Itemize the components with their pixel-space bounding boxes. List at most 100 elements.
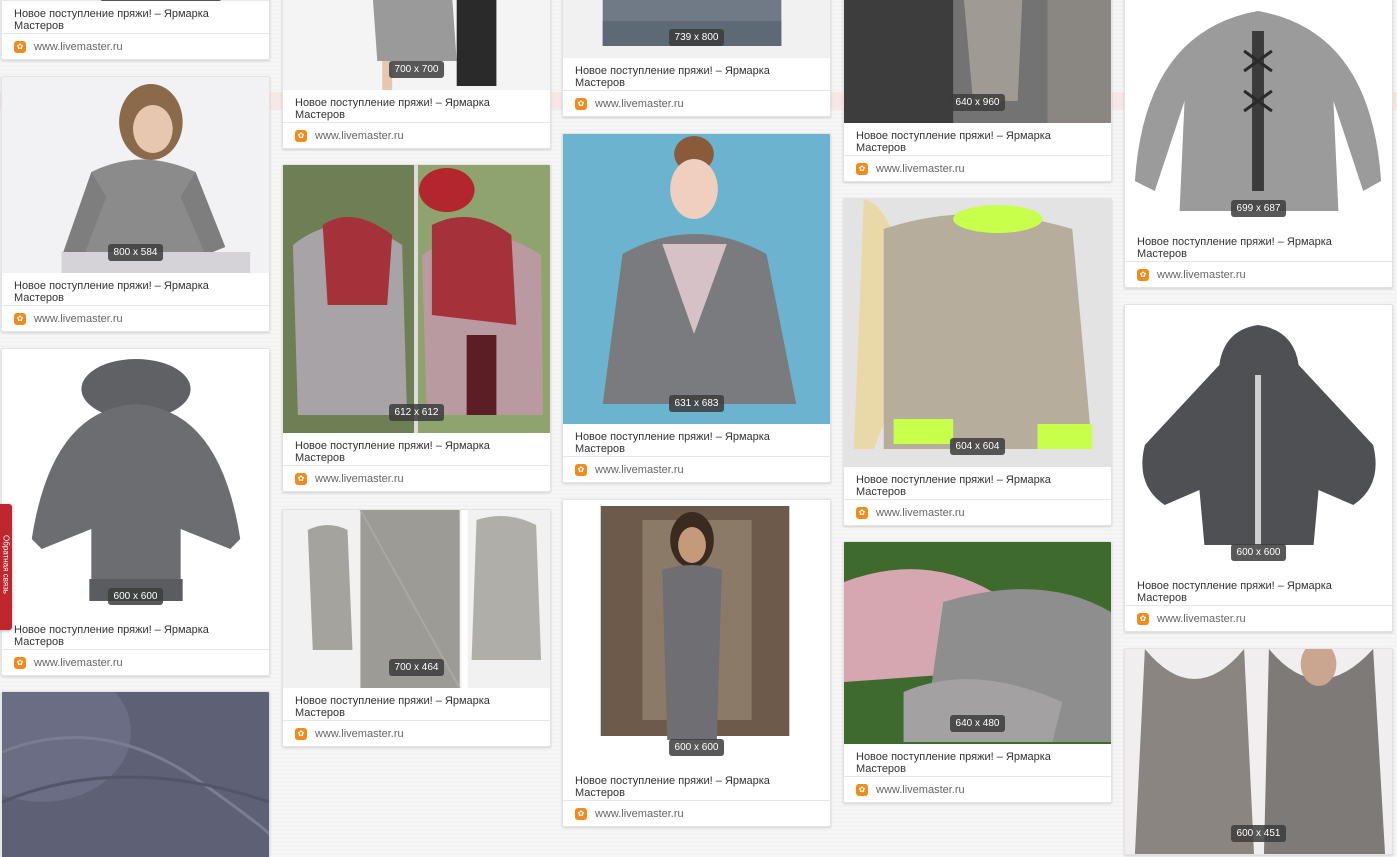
image-thumbnail[interactable]: 739 x 800 bbox=[563, 0, 830, 58]
result-caption[interactable]: Новое поступление пряжи! – Ярмарка Масте… bbox=[283, 688, 550, 720]
source-domain[interactable]: www.livemaster.ru bbox=[876, 784, 965, 796]
image-thumbnail[interactable]: 600 x 451 bbox=[1125, 649, 1392, 854]
livemaster-icon: ✿ bbox=[14, 40, 26, 53]
result-caption[interactable]: Новое поступление пряжи! – Ярмарка Масте… bbox=[283, 90, 550, 122]
result-caption[interactable]: Новое поступление пряжи! – Ярмарка Масте… bbox=[844, 467, 1111, 499]
source-domain[interactable]: www.livemaster.ru bbox=[595, 98, 684, 110]
image-result-card[interactable]: 604 x 604 Новое поступление пряжи! – Ярм… bbox=[843, 198, 1112, 526]
source-domain[interactable]: www.livemaster.ru bbox=[315, 728, 404, 740]
result-caption[interactable]: Новое поступление пряжи! – Ярмарка Масте… bbox=[563, 424, 830, 456]
image-dimensions-badge: 612 x 612 bbox=[388, 404, 445, 421]
source-domain[interactable]: www.livemaster.ru bbox=[595, 464, 684, 476]
image-result-card[interactable]: 600 x 451 bbox=[1124, 648, 1393, 855]
image-thumbnail[interactable] bbox=[2, 0, 269, 1]
result-source[interactable]: ✿ www.livemaster.ru bbox=[563, 456, 830, 482]
image-result-card[interactable]: 631 x 683 Новое поступление пряжи! – Ярм… bbox=[562, 133, 831, 483]
result-source[interactable]: ✿ www.livemaster.ru bbox=[1125, 605, 1392, 631]
livemaster-icon: ✿ bbox=[295, 472, 307, 485]
image-result-card[interactable]: Новое поступление пряжи! – Ярмарка Масте… bbox=[1, 0, 270, 60]
livemaster-icon: ✿ bbox=[295, 727, 307, 740]
result-caption[interactable]: Новое поступление пряжи! – Ярмарка Масте… bbox=[844, 123, 1111, 155]
image-dimensions-badge: 700 x 464 bbox=[388, 659, 445, 676]
image-dimensions-badge: 600 x 600 bbox=[668, 739, 725, 756]
image-thumbnail[interactable]: 604 x 604 bbox=[844, 199, 1111, 467]
image-result-card[interactable]: 800 x 584 Новое поступление пряжи! – Ярм… bbox=[1, 76, 270, 332]
result-caption[interactable]: Новое поступление пряжи! – Ярмарка Масте… bbox=[1125, 229, 1392, 261]
result-caption[interactable]: Новое поступление пряжи! – Ярмарка Масте… bbox=[2, 617, 269, 649]
livemaster-icon: ✿ bbox=[14, 312, 26, 325]
result-caption[interactable]: Новое поступление пряжи! – Ярмарка Масте… bbox=[2, 273, 269, 305]
image-result-card[interactable]: 739 x 800 Новое поступление пряжи! – Ярм… bbox=[562, 0, 831, 117]
image-thumbnail[interactable]: 612 x 612 bbox=[283, 165, 550, 433]
image-result-card[interactable]: 600 x 600 Новое поступление пряжи! – Ярм… bbox=[1124, 304, 1393, 632]
source-domain[interactable]: www.livemaster.ru bbox=[1157, 613, 1246, 625]
result-source[interactable]: ✿ www.livemaster.ru bbox=[1125, 261, 1392, 287]
image-thumbnail[interactable]: 600 x 600 bbox=[1125, 305, 1392, 573]
livemaster-icon: ✿ bbox=[1137, 612, 1149, 625]
source-domain[interactable]: www.livemaster.ru bbox=[876, 507, 965, 519]
image-dimensions-badge: 700 x 700 bbox=[388, 61, 445, 78]
image-dimensions-badge: 604 x 604 bbox=[949, 438, 1006, 455]
image-dimensions-badge: 600 x 600 bbox=[107, 588, 164, 605]
result-caption[interactable]: Новое поступление пряжи! – Ярмарка Масте… bbox=[283, 433, 550, 465]
result-source[interactable]: ✿ www.livemaster.ru bbox=[283, 122, 550, 148]
result-caption[interactable]: Новое поступление пряжи! – Ярмарка Масте… bbox=[844, 744, 1111, 776]
image-dimensions-badge: 600 x 451 bbox=[1230, 825, 1287, 842]
source-domain[interactable]: www.livemaster.ru bbox=[34, 657, 123, 669]
source-domain[interactable]: www.livemaster.ru bbox=[315, 473, 404, 485]
source-domain[interactable]: www.livemaster.ru bbox=[1157, 269, 1246, 281]
source-domain[interactable]: www.livemaster.ru bbox=[876, 163, 965, 175]
result-source[interactable]: ✿ www.livemaster.ru bbox=[844, 776, 1111, 802]
result-source[interactable]: ✿ www.livemaster.ru bbox=[2, 305, 269, 331]
livemaster-icon: ✿ bbox=[14, 656, 26, 669]
source-domain[interactable]: www.livemaster.ru bbox=[34, 313, 123, 325]
livemaster-icon: ✿ bbox=[575, 97, 587, 110]
image-result-card[interactable]: 600 x 600 Новое поступление пряжи! – Ярм… bbox=[1, 348, 270, 676]
result-caption[interactable]: Новое поступление пряжи! – Ярмарка Масте… bbox=[1125, 573, 1392, 605]
result-source[interactable]: ✿ www.livemaster.ru bbox=[283, 465, 550, 491]
image-result-card[interactable]: 700 x 464 Новое поступление пряжи! – Ярм… bbox=[282, 509, 551, 747]
image-result-card[interactable]: 700 x 700 Новое поступление пряжи! – Ярм… bbox=[282, 0, 551, 149]
image-thumbnail[interactable]: 800 x 584 bbox=[2, 77, 269, 273]
result-source[interactable]: ✿ www.livemaster.ru bbox=[283, 720, 550, 746]
result-caption[interactable]: Новое поступление пряжи! – Ярмарка Масте… bbox=[2, 1, 269, 33]
result-source[interactable]: ✿ www.livemaster.ru bbox=[2, 649, 269, 675]
source-domain[interactable]: www.livemaster.ru bbox=[34, 41, 123, 53]
image-result-card[interactable]: 640 x 960 Новое поступление пряжи! – Ярм… bbox=[843, 0, 1112, 182]
image-thumbnail[interactable]: 631 x 683 bbox=[563, 134, 830, 424]
source-domain[interactable]: www.livemaster.ru bbox=[315, 130, 404, 142]
image-thumbnail[interactable]: 700 x 464 bbox=[283, 510, 550, 688]
image-dimensions-badge: 699 x 687 bbox=[1230, 200, 1287, 217]
image-thumbnail[interactable]: 600 x 600 bbox=[2, 349, 269, 617]
result-source[interactable]: ✿ www.livemaster.ru bbox=[563, 800, 830, 826]
image-result-card[interactable] bbox=[1, 691, 270, 857]
image-dimensions-badge: 631 x 683 bbox=[668, 395, 725, 412]
feedback-tab[interactable]: Обратная связь bbox=[0, 504, 12, 630]
image-result-card[interactable]: 600 x 600 Новое поступление пряжи! – Ярм… bbox=[562, 499, 831, 827]
feedback-tab-label: Обратная связь bbox=[1, 535, 11, 594]
image-result-card[interactable]: 612 x 612 Новое поступление пряжи! – Ярм… bbox=[282, 164, 551, 492]
result-caption[interactable]: Новое поступление пряжи! – Ярмарка Масте… bbox=[563, 768, 830, 800]
livemaster-icon: ✿ bbox=[1137, 268, 1149, 281]
livemaster-icon: ✿ bbox=[856, 506, 868, 519]
result-caption[interactable]: Новое поступление пряжи! – Ярмарка Масте… bbox=[563, 58, 830, 90]
result-source[interactable]: ✿ www.livemaster.ru bbox=[2, 33, 269, 59]
image-thumbnail[interactable] bbox=[2, 692, 269, 857]
result-source[interactable]: ✿ www.livemaster.ru bbox=[844, 499, 1111, 525]
image-result-card[interactable]: 699 x 687 Новое поступление пряжи! – Ярм… bbox=[1124, 0, 1393, 288]
livemaster-icon: ✿ bbox=[575, 807, 587, 820]
result-source[interactable]: ✿ www.livemaster.ru bbox=[844, 155, 1111, 181]
image-thumbnail[interactable]: 700 x 700 bbox=[283, 0, 550, 90]
image-thumbnail[interactable]: 699 x 687 bbox=[1125, 0, 1392, 229]
result-source[interactable]: ✿ www.livemaster.ru bbox=[563, 90, 830, 116]
livemaster-icon: ✿ bbox=[575, 463, 587, 476]
source-domain[interactable]: www.livemaster.ru bbox=[595, 808, 684, 820]
image-dimensions-badge: 600 x 600 bbox=[1230, 544, 1287, 561]
image-dimensions-badge: 739 x 800 bbox=[668, 29, 725, 46]
image-dimensions-badge: 800 x 584 bbox=[107, 244, 164, 261]
image-result-card[interactable]: 640 x 480 Новое поступление пряжи! – Ярм… bbox=[843, 541, 1112, 803]
image-thumbnail[interactable]: 640 x 960 bbox=[844, 0, 1111, 123]
livemaster-icon: ✿ bbox=[295, 129, 307, 142]
image-thumbnail[interactable]: 600 x 600 bbox=[563, 500, 830, 768]
image-thumbnail[interactable]: 640 x 480 bbox=[844, 542, 1111, 744]
